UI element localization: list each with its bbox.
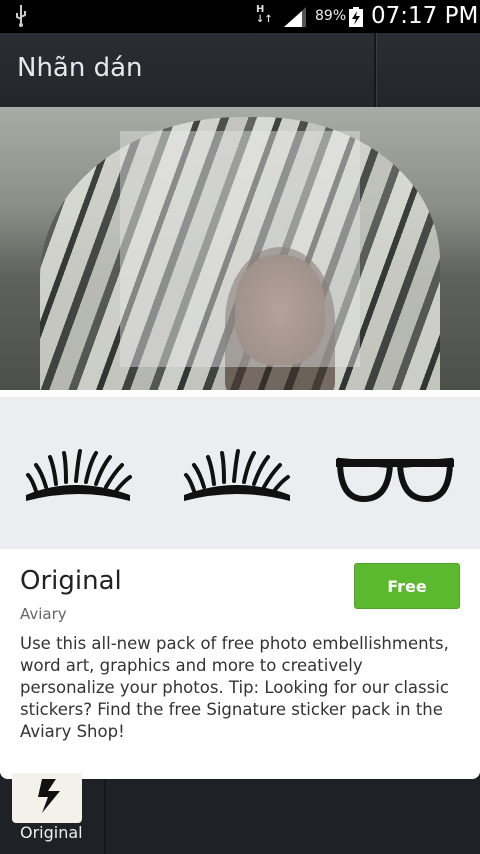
banner-overlay	[120, 131, 360, 367]
status-bar: H ↓↑ 89% 07:17 PM	[0, 0, 480, 33]
pack-name: Original	[20, 566, 122, 596]
pack-description: Use this all-new pack of free photo embe…	[20, 634, 449, 741]
signal-icon	[284, 7, 306, 27]
pack-info: Original Aviary Free Use this all-new pa…	[0, 549, 480, 779]
network-type: H	[256, 4, 265, 15]
sticker-pack-thumbnail[interactable]	[12, 773, 82, 823]
battery-percent: 89%	[315, 8, 347, 24]
tray-divider	[104, 779, 106, 854]
pack-author: Aviary	[20, 605, 67, 623]
tray-item-label[interactable]: Original	[20, 823, 83, 842]
eyelashes-right-sticker	[184, 449, 290, 501]
lightning-icon	[38, 779, 60, 813]
battery-charging-icon	[349, 7, 363, 27]
pack-banner-image	[0, 107, 480, 390]
sticker-preview-strip	[0, 397, 480, 549]
pack-detail-dialog: Original Aviary Free Use this all-new pa…	[0, 107, 480, 779]
free-button[interactable]: Free	[354, 563, 460, 609]
data-arrows-icon: H ↓↑	[256, 4, 273, 25]
glasses-sticker	[336, 457, 454, 503]
usb-icon	[16, 5, 26, 27]
action-bar-divider	[374, 33, 376, 107]
sticker-tray: Original	[0, 773, 480, 854]
action-bar: Nhãn dán	[0, 33, 480, 108]
eyelashes-left-sticker	[26, 449, 132, 501]
clock: 07:17 PM	[371, 3, 479, 29]
page-title: Nhãn dán	[17, 53, 143, 83]
